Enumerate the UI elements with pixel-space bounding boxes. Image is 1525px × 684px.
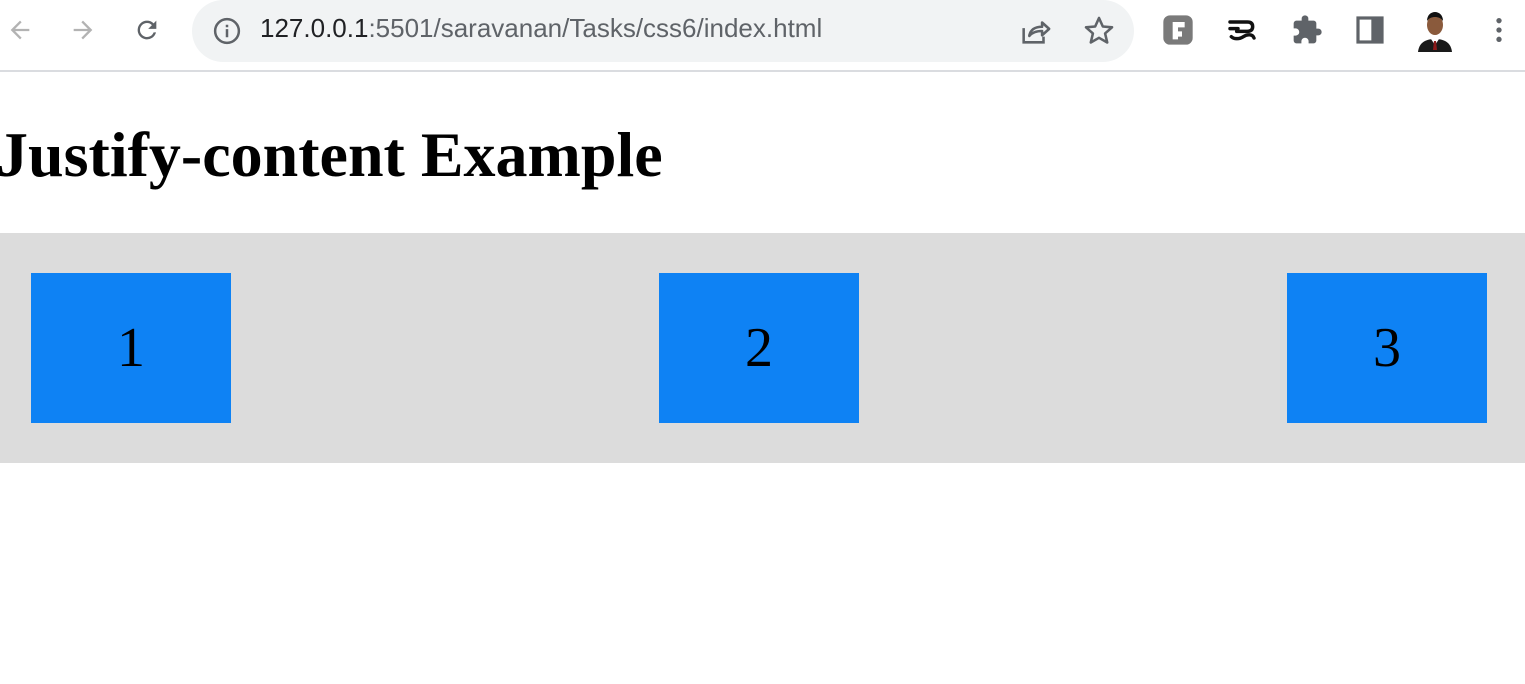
star-icon[interactable] [1082,14,1116,48]
grid-extension-icon[interactable] [1160,12,1196,48]
reload-icon[interactable] [127,10,167,50]
url-host: 127.0.0.1 [260,13,369,43]
info-icon[interactable] [212,16,242,46]
puzzle-icon[interactable] [1289,12,1325,48]
flex-item: 1 [31,273,231,423]
address-bar[interactable]: 127.0.0.1:5501/saravanan/Tasks/css6/inde… [192,0,1134,62]
url-path: :5501/saravanan/Tasks/css6/index.html [368,13,823,43]
browser-toolbar: 127.0.0.1:5501/saravanan/Tasks/css6/inde… [0,0,1525,72]
share-icon[interactable] [1018,14,1052,48]
back-arrow-icon[interactable] [0,10,40,50]
flex-item: 2 [659,273,859,423]
tamil-extension-icon[interactable] [1224,12,1260,48]
forward-arrow-icon[interactable] [63,10,103,50]
flex-container: 1 2 3 [0,233,1525,463]
side-panel-icon[interactable] [1352,12,1388,48]
page-title: Justify-content Example [0,119,663,190]
kebab-menu-icon[interactable] [1482,12,1516,48]
url-text[interactable]: 127.0.0.1:5501/saravanan/Tasks/css6/inde… [260,13,822,44]
flex-item: 3 [1287,273,1487,423]
avatar[interactable] [1415,8,1455,52]
